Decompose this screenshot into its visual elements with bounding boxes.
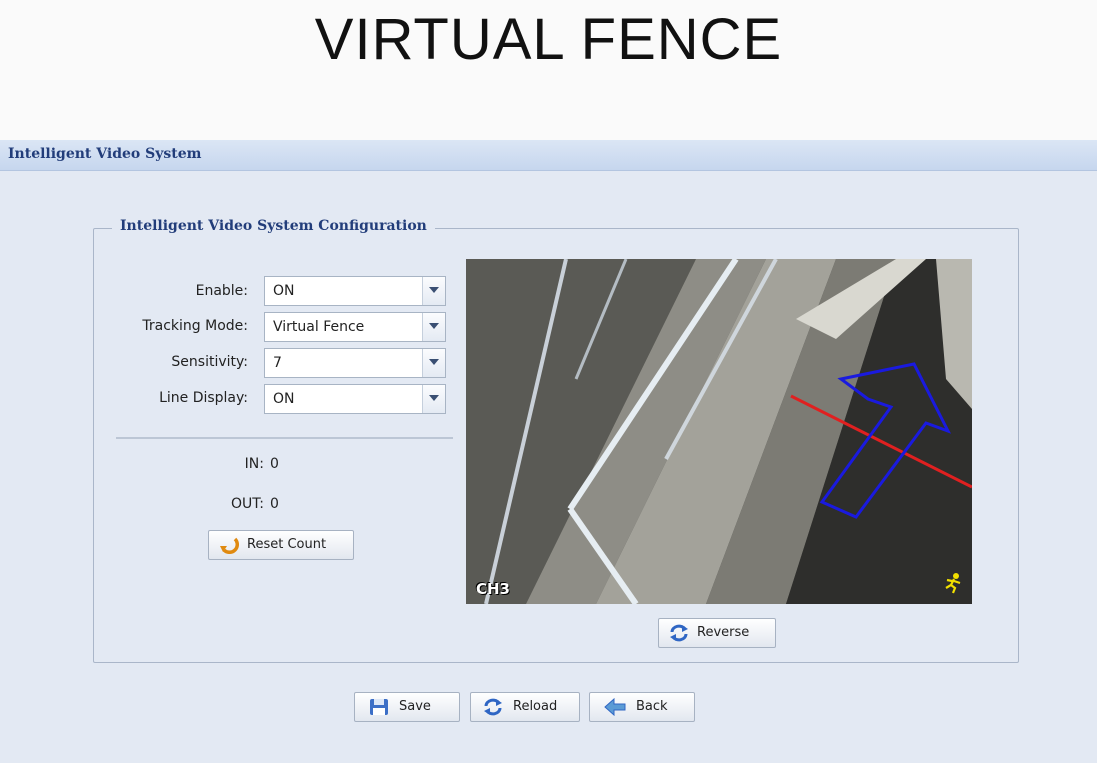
chevron-down-icon[interactable] — [422, 385, 445, 413]
reset-count-label: Reset Count — [247, 537, 327, 552]
reload-button[interactable]: Reload — [470, 692, 580, 722]
channel-label: CH3 — [476, 580, 510, 598]
chevron-down-icon[interactable] — [422, 349, 445, 377]
back-button[interactable]: Back — [589, 692, 695, 722]
tracking-mode-label: Tracking Mode: — [142, 318, 248, 334]
save-label: Save — [399, 699, 431, 714]
out-count-label: OUT: — [231, 496, 264, 512]
config-legend: Intelligent Video System Configuration — [112, 218, 435, 234]
sensitivity-label: Sensitivity: — [171, 354, 248, 370]
tracking-mode-select-value: Virtual Fence — [273, 319, 365, 335]
chevron-down-icon[interactable] — [422, 313, 445, 341]
divider — [116, 437, 453, 439]
enable-label: Enable: — [195, 283, 248, 299]
camera-preview[interactable]: CH3 — [466, 259, 972, 604]
chevron-down-icon[interactable] — [422, 277, 445, 305]
line-display-select-value: ON — [273, 391, 295, 407]
back-label: Back — [636, 699, 668, 714]
reset-count-button[interactable]: Reset Count — [208, 530, 354, 560]
sensitivity-select-value: 7 — [273, 355, 282, 371]
camera-scene — [466, 259, 972, 604]
app-panel: Intelligent Video System Intelligent Vid… — [0, 140, 1097, 763]
tracking-mode-select[interactable]: Virtual Fence — [264, 312, 446, 342]
refresh-icon — [669, 624, 689, 646]
enable-select-value: ON — [273, 283, 295, 299]
running-person-icon — [942, 572, 964, 598]
back-arrow-icon — [604, 697, 626, 720]
reset-arrow-icon — [219, 536, 240, 558]
in-count-label: IN: — [244, 456, 264, 472]
page-banner: VIRTUAL FENCE — [0, 0, 1097, 140]
line-display-label: Line Display: — [159, 390, 248, 406]
line-display-select[interactable]: ON — [264, 384, 446, 414]
reverse-button[interactable]: Reverse — [658, 618, 776, 648]
refresh-icon — [483, 698, 503, 720]
app-header: Intelligent Video System — [0, 140, 1097, 171]
reload-label: Reload — [513, 699, 558, 714]
save-disk-icon — [369, 698, 389, 720]
out-count-value: 0 — [270, 496, 279, 512]
save-button[interactable]: Save — [354, 692, 460, 722]
banner-title: VIRTUAL FENCE — [314, 7, 783, 72]
in-count-value: 0 — [270, 456, 279, 472]
enable-select[interactable]: ON — [264, 276, 446, 306]
sensitivity-select[interactable]: 7 — [264, 348, 446, 378]
app-title: Intelligent Video System — [8, 146, 202, 162]
reverse-label: Reverse — [697, 625, 750, 640]
